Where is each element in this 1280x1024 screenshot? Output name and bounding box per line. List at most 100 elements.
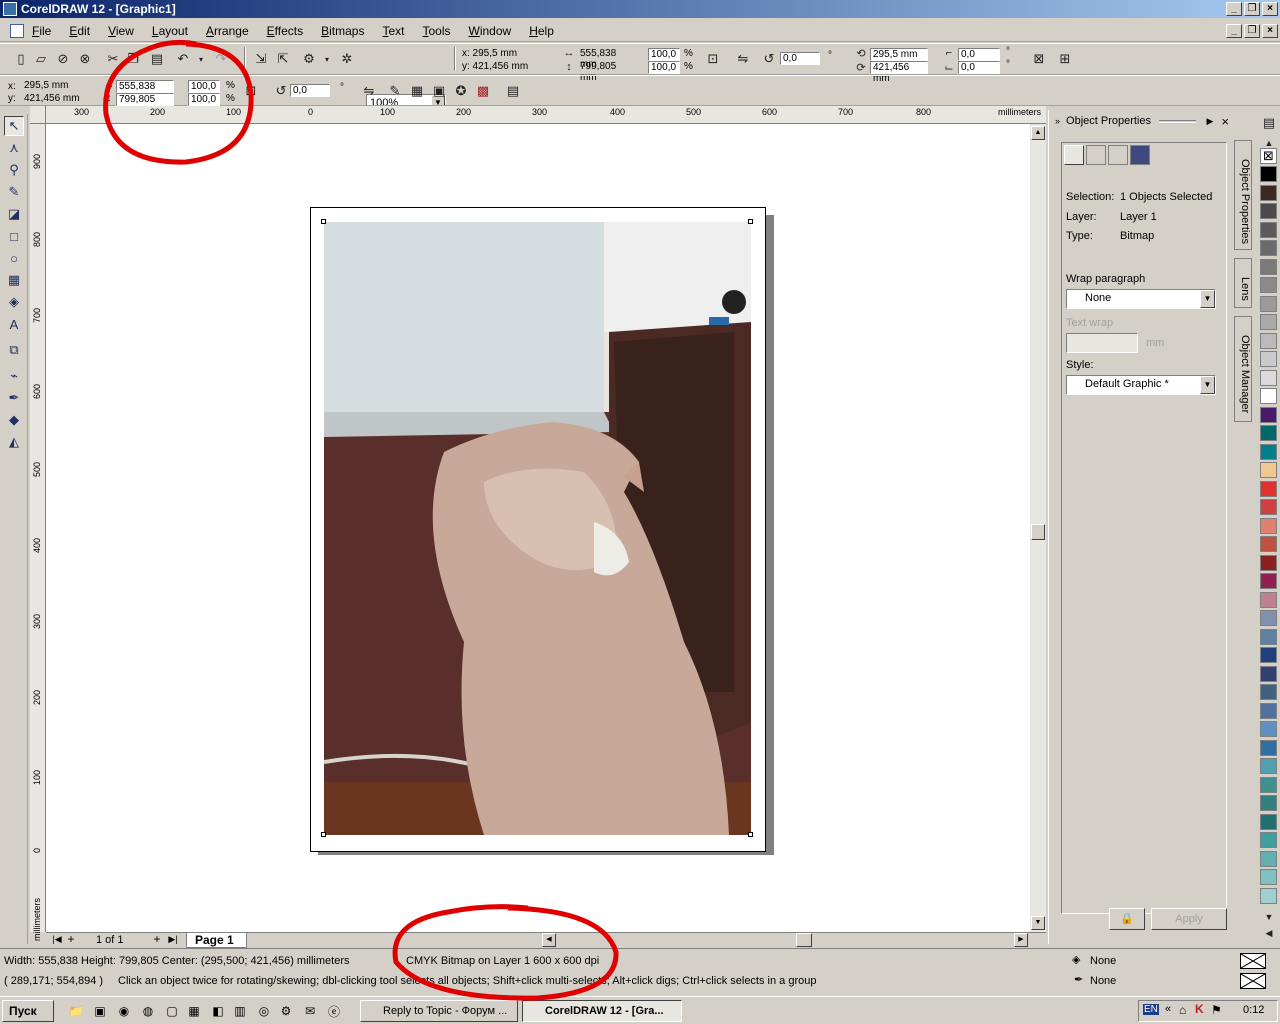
coreldraw-app-icon[interactable] [3,2,17,16]
open-icon[interactable]: ⊘ [54,50,72,68]
docker-close-icon[interactable]: × [1221,114,1229,129]
tab-page-1[interactable]: Page 1 [186,933,247,948]
paste-icon[interactable]: ▤ [148,50,166,68]
color-swatch[interactable] [1260,369,1277,386]
tab-outline-icon[interactable] [1064,145,1084,165]
menu-arrange[interactable]: Arrange [206,24,259,38]
color-swatch[interactable] [1260,610,1277,626]
palette-expand-icon[interactable]: ◀ [1260,924,1278,942]
menu-view[interactable]: View [108,24,144,38]
color-swatch[interactable] [1260,240,1277,256]
horizontal-scroll-thumb[interactable] [796,933,812,947]
scroll-down-icon[interactable]: ▼ [1031,916,1045,930]
color-swatch[interactable] [1260,850,1277,867]
outline-pen-icon[interactable]: ✒ [1074,973,1083,986]
style-select[interactable]: Default Graphic * ▼ [1066,375,1216,395]
smart-fill-tool-icon[interactable]: ◪ [4,204,24,224]
wrap-dropdown-icon[interactable]: ▼ [1200,290,1215,308]
launcher-dropdown-icon[interactable]: ▾ [318,50,336,68]
lock-ratio-icon[interactable]: ⊡ [704,50,722,68]
import-icon[interactable]: ⇲ [252,50,270,68]
scroll-up-icon[interactable]: ▲ [1031,126,1045,140]
menu-layout[interactable]: Layout [152,24,198,38]
tab-bitmap-icon[interactable] [1108,145,1128,165]
doc-minimize-button[interactable]: _ [1226,24,1242,38]
interactive-blend-tool-icon[interactable]: ⧉ [4,340,24,360]
prop-height-field[interactable]: 799,805 mm [116,93,174,116]
ruler-origin[interactable] [30,106,46,124]
menu-help[interactable]: Help [529,24,564,38]
color-swatch[interactable] [1260,499,1277,515]
selection-handle-tl[interactable] [321,219,326,224]
new-from-template-icon[interactable]: ▱ [32,50,50,68]
docker-collapse-icon[interactable]: ▶ [1206,116,1213,127]
no-fill-swatch[interactable]: ⊠ [1260,148,1277,164]
side-tab-object-properties[interactable]: Object Properties [1234,140,1252,250]
color-swatch[interactable] [1260,536,1277,552]
export-icon[interactable]: ⇱ [274,50,292,68]
tray-expand-icon[interactable]: « [1165,1003,1171,1015]
tray-kaspersky-icon[interactable]: K [1195,1002,1204,1016]
scroll-right-icon[interactable]: ▶ [1014,933,1028,947]
rectangle-tool-icon[interactable]: □ [4,226,24,246]
tray-flag-icon[interactable]: ⚑ [1211,1003,1222,1017]
save-icon[interactable]: ⊗ [76,50,94,68]
language-indicator[interactable]: EN [1143,1004,1159,1015]
color-swatch[interactable] [1260,684,1277,700]
vertical-ruler[interactable]: 900 800 700 600 500 400 300 200 100 0 mi… [30,124,46,941]
skew-y-field[interactable]: 0,0 [958,61,1000,74]
transform-options-icon[interactable]: ⊠ [1030,50,1048,68]
bitmap-color-mask-icon[interactable]: ✪ [452,82,470,100]
basic-shapes-tool-icon[interactable]: ◈ [4,292,24,312]
horizontal-ruler[interactable]: 300 200 100 0 100 200 300 400 500 600 70… [46,106,1046,124]
color-swatch[interactable] [1260,573,1277,589]
quicklaunch-media-icon[interactable]: ◍ [140,1003,156,1019]
height-field[interactable]: 799,805 mm [578,61,634,83]
quicklaunch-corel-icon[interactable]: ◉ [116,1003,132,1019]
menu-edit[interactable]: Edit [69,24,100,38]
color-swatch[interactable] [1260,332,1277,349]
quicklaunch-tool-icon[interactable]: ⚙ [278,1003,294,1019]
quicklaunch-ie-icon[interactable]: ⓔ [326,1003,342,1019]
prop-width-field[interactable]: 555,838 mm [116,80,174,103]
y-position-field[interactable]: y: 421,456 mm [460,61,546,74]
width-field[interactable]: 555,838 mm [578,48,634,70]
new-document-icon[interactable]: ▯ [12,50,30,68]
add-page-after-icon[interactable]: + [150,933,164,947]
color-swatch[interactable] [1260,721,1277,737]
menu-effects[interactable]: Effects [267,24,313,38]
color-swatch[interactable] [1260,314,1277,330]
pick-tool-icon[interactable]: ↖ [4,116,24,136]
center-x-field[interactable]: 295,5 mm [870,48,928,61]
color-swatch[interactable] [1260,776,1277,793]
menu-window[interactable]: Window [469,24,522,38]
side-tab-object-manager[interactable]: Object Manager [1234,316,1252,422]
add-page-before-icon[interactable]: + [64,933,78,947]
application-launcher-icon[interactable]: ⚙ [300,50,318,68]
freehand-tool-icon[interactable]: ✎ [4,182,24,202]
menu-file[interactable]: File [32,24,61,38]
wrap-text-icon[interactable]: ▤ [504,82,522,100]
scale-x-field[interactable]: 100,0 [648,48,680,61]
menu-bitmaps[interactable]: Bitmaps [321,24,374,38]
color-swatch[interactable] [1260,406,1277,423]
text-tool-icon[interactable]: A [4,314,24,334]
color-swatch[interactable] [1260,388,1277,404]
quicklaunch-folder-icon[interactable]: 📁 [68,1003,84,1019]
minimize-button[interactable]: _ [1226,2,1242,16]
apply-button[interactable]: Apply [1151,908,1227,930]
prop-x-field[interactable]: 295,5 mm [22,80,86,93]
quicklaunch-window-icon[interactable]: ▢ [164,1003,180,1019]
color-swatch[interactable] [1260,887,1277,904]
cat-bitmap-image[interactable] [324,222,751,835]
tab-fill-icon[interactable] [1086,145,1106,165]
color-swatch[interactable] [1260,702,1277,719]
eyedropper-tool-icon[interactable]: ⌁ [4,366,24,386]
start-button[interactable]: Пуск [2,1000,54,1022]
color-swatch[interactable] [1260,221,1277,238]
undo-dropdown-icon[interactable]: ▾ [192,50,210,68]
color-swatch[interactable] [1260,739,1277,756]
maximize-button[interactable]: ❐ [1244,2,1260,16]
close-button[interactable]: × [1262,2,1278,16]
color-swatch[interactable] [1260,184,1277,201]
